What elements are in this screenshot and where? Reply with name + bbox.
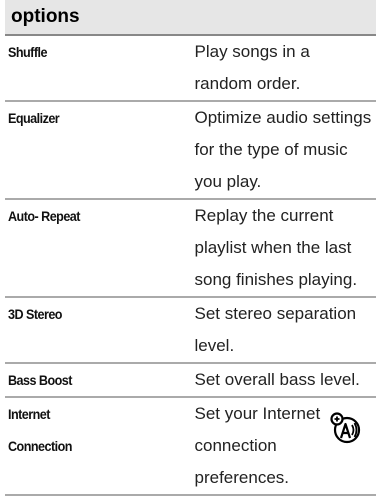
option-name-cell: Bass Boost xyxy=(5,363,191,397)
option-name-cell: 3D Stereo xyxy=(5,297,191,363)
option-description-equalizer: Optimize audio settings for the type of … xyxy=(194,108,372,191)
table-row-auto-repeat: Auto- Repeat Replay the current playlist… xyxy=(5,199,376,297)
network-access-icon xyxy=(330,412,361,444)
table-row-3d-stereo: 3D Stereo Set stereo separation level. xyxy=(5,297,376,363)
option-name-cell: Equalizer xyxy=(5,101,191,199)
option-description-cell: Replay the current playlist when the las… xyxy=(191,199,377,297)
option-name-cell: Internet Connection xyxy=(5,397,191,495)
option-name-3d-stereo: 3D Stereo xyxy=(8,306,63,322)
table-header: options xyxy=(5,0,376,36)
option-description-cell: Set overall bass level. xyxy=(191,363,377,397)
option-description-3d-stereo: Set stereo separation level. xyxy=(194,304,357,355)
option-name-cell: Auto- Repeat xyxy=(5,199,191,297)
table-row-internet-connection: Internet Connection Set your Internet co… xyxy=(5,397,376,495)
options-table: options Shuffle Play songs in a random o… xyxy=(5,0,376,496)
option-name-internet-connection: Internet Connection xyxy=(8,406,72,454)
option-description-cell: Play songs in a random order. xyxy=(191,35,377,101)
option-name-auto-repeat: Auto- Repeat xyxy=(8,208,80,224)
option-description-cell: Optimize audio settings for the type of … xyxy=(191,101,377,199)
option-name-cell: Shuffle xyxy=(5,35,191,101)
option-description-shuffle: Play songs in a random order. xyxy=(194,42,310,93)
option-name-bass-boost: Bass Boost xyxy=(8,372,72,388)
table-row-equalizer: Equalizer Optimize audio settings for th… xyxy=(5,101,376,199)
option-description-internet-connection: Set your Internet connection preferences… xyxy=(194,404,321,487)
option-description-cell: Set stereo separation level. xyxy=(191,297,377,363)
option-description-cell: Set your Internet connection preferences… xyxy=(191,397,377,495)
table-row-bass-boost: Bass Boost Set overall bass level. xyxy=(5,363,376,397)
option-name-equalizer: Equalizer xyxy=(8,110,60,126)
table-row-shuffle: Shuffle Play songs in a random order. xyxy=(5,35,376,101)
option-description-bass-boost: Set overall bass level. xyxy=(194,370,360,389)
option-description-auto-repeat: Replay the current playlist when the las… xyxy=(194,206,358,289)
option-name-shuffle: Shuffle xyxy=(8,44,47,60)
